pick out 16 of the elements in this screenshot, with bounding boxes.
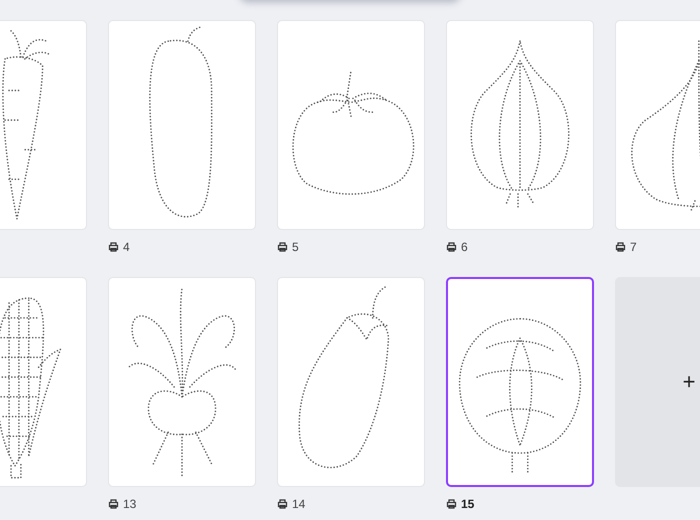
page-number: 6 [461, 240, 468, 254]
add-page-button[interactable]: + [615, 277, 700, 487]
printer-icon [277, 499, 288, 509]
page-number: 14 [292, 497, 306, 511]
printer-icon [277, 242, 288, 252]
page-number: 4 [123, 240, 130, 254]
printer-icon [108, 499, 119, 509]
printer-icon [108, 242, 119, 252]
page-number: 13 [123, 497, 136, 511]
page-number: 15 [461, 497, 474, 511]
page-number: 7 [630, 240, 637, 254]
page-number: 5 [292, 240, 299, 254]
printer-icon [446, 499, 457, 509]
printer-icon [615, 242, 626, 252]
page-thumbnail[interactable] [446, 277, 594, 487]
printer-icon [446, 242, 457, 252]
